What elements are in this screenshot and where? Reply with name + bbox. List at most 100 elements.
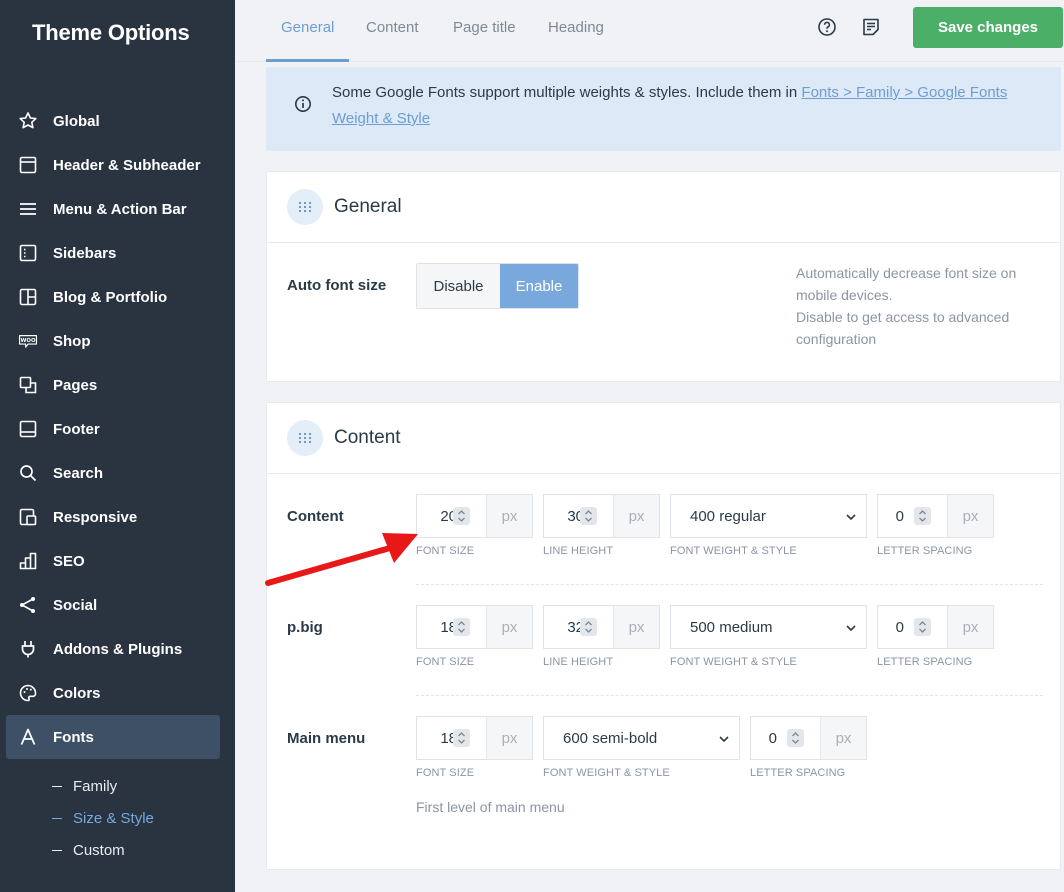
stepper-icon[interactable] [914, 618, 931, 636]
line-height-caption: LINE HEIGHT [543, 545, 614, 557]
letter-spacing-input[interactable] [878, 606, 904, 648]
sidebar-item-menu[interactable]: Menu & Action Bar [6, 187, 220, 231]
enable-button[interactable]: Enable [500, 264, 578, 308]
sidebar-item-pages[interactable]: Pages [6, 363, 220, 407]
main-menu-note: First level of main menu [416, 799, 565, 815]
sidebar-item-global[interactable]: Global [6, 99, 220, 143]
sidebar-item-colors[interactable]: Colors [6, 671, 220, 715]
unit-label: px [613, 606, 659, 648]
tab-heading[interactable]: Heading [548, 0, 604, 62]
content-line-height-field: px [543, 494, 660, 538]
sidebar-item-label: SEO [53, 552, 85, 570]
section-title: General [334, 196, 402, 217]
sidebar-item-label: Global [53, 112, 100, 130]
sidebar-item-label: Shop [53, 332, 91, 350]
main-menu-letter-spacing-field: px [750, 716, 867, 760]
stepper-icon[interactable] [787, 729, 804, 747]
palette-icon [18, 683, 38, 703]
unit-label: px [947, 495, 993, 537]
stepper-icon[interactable] [580, 507, 597, 525]
drag-handle-icon[interactable] [287, 420, 323, 456]
sidebar-item-seo[interactable]: SEO [6, 539, 220, 583]
tab-page-title[interactable]: Page title [453, 0, 516, 62]
tab-general[interactable]: General [265, 0, 350, 62]
sidebar-title: Theme Options [32, 20, 190, 45]
pbig-font-weight-select[interactable]: 500 medium [670, 605, 867, 649]
content-font-weight-select[interactable]: 400 regular [670, 494, 867, 538]
auto-font-size-description: Automatically decrease font size on mobi… [796, 262, 1046, 350]
description-line: Automatically decrease font size on mobi… [796, 265, 1017, 303]
main-menu-font-size-field: px [416, 716, 533, 760]
sidebar-item-responsive[interactable]: Responsive [6, 495, 220, 539]
stepper-icon[interactable] [914, 507, 931, 525]
tab-content[interactable]: Content [366, 0, 419, 62]
submenu-item-custom[interactable]: Custom [52, 834, 154, 866]
sidebar-item-footer[interactable]: Footer [6, 407, 220, 451]
font-size-caption: FONT SIZE [416, 656, 475, 668]
letter-spacing-caption: LETTER SPACING [750, 767, 846, 779]
menu-icon [18, 199, 38, 219]
stepper-icon[interactable] [453, 729, 470, 747]
dash-marker [52, 817, 62, 819]
sidebar-item-label: Search [53, 464, 104, 482]
stepper-icon[interactable] [580, 618, 597, 636]
unit-label: px [486, 606, 532, 648]
pages-icon [18, 375, 38, 395]
search-icon [18, 463, 38, 483]
save-changes-button[interactable]: Save changes [913, 7, 1063, 48]
sidebar-item-label: Social [53, 596, 98, 614]
sidebar-item-social[interactable]: Social [6, 583, 220, 627]
stepper-icon[interactable] [453, 618, 470, 636]
sidebar-item-fonts[interactable]: Fonts [6, 715, 220, 759]
chevron-down-icon [717, 732, 731, 750]
submenu-item-family[interactable]: Family [52, 770, 154, 802]
footer-icon [18, 419, 38, 439]
sidebar-item-label: Header & Subheader [53, 156, 201, 174]
sidebar-item-search[interactable]: Search [6, 451, 220, 495]
submenu-item-size-style[interactable]: Size & Style [52, 802, 154, 834]
line-height-input[interactable] [544, 495, 584, 537]
font-size-input[interactable] [417, 606, 457, 648]
sidebar-item-header[interactable]: Header & Subheader [6, 143, 220, 187]
sidebar-item-label: Menu & Action Bar [53, 200, 187, 218]
sidebar-item-label: Colors [53, 684, 101, 702]
sidebar-item-blog[interactable]: Blog & Portfolio [6, 275, 220, 319]
section-header: General [267, 172, 1060, 243]
sidebar-item-addons[interactable]: Addons & Plugins [6, 627, 220, 671]
description-line: Disable to get access to advanced config… [796, 309, 1010, 347]
disable-button[interactable]: Disable [417, 264, 500, 308]
content-section: Content Content px FONT SIZE px LINE HEI… [266, 402, 1061, 870]
sidebar-nav: Global Header & Subheader Menu & Action … [6, 99, 220, 759]
select-value: 400 regular [690, 507, 766, 525]
plug-icon [18, 639, 38, 659]
row-divider [416, 695, 1043, 696]
drag-handle-icon[interactable] [287, 189, 323, 225]
sidebar-item-shop[interactable]: WOO Shop [6, 319, 220, 363]
info-message: Some Google Fonts support multiple weigh… [332, 84, 798, 101]
font-weight-caption: FONT WEIGHT & STYLE [670, 656, 797, 668]
sidebar-item-label: Pages [53, 376, 98, 394]
submenu-label: Custom [73, 841, 125, 859]
dash-marker [52, 785, 62, 787]
main-menu-font-weight-select[interactable]: 600 semi-bold [543, 716, 740, 760]
font-size-input[interactable] [417, 717, 457, 759]
sidebar-item-label: Sidebars [53, 244, 117, 262]
stepper-icon[interactable] [453, 507, 470, 525]
pbig-line-height-field: px [543, 605, 660, 649]
notes-icon[interactable] [860, 16, 882, 38]
row-divider [416, 584, 1043, 585]
help-icon[interactable] [816, 16, 838, 38]
letter-spacing-input[interactable] [751, 717, 777, 759]
submenu-label: Family [73, 777, 118, 795]
seo-icon [18, 551, 38, 571]
font-weight-caption: FONT WEIGHT & STYLE [543, 767, 670, 779]
responsive-icon [18, 507, 38, 527]
line-height-input[interactable] [544, 606, 584, 648]
unit-label: px [613, 495, 659, 537]
font-size-input[interactable] [417, 495, 457, 537]
sidebar-item-sidebars[interactable]: Sidebars [6, 231, 220, 275]
letter-spacing-input[interactable] [878, 495, 904, 537]
info-notice: Some Google Fonts support multiple weigh… [266, 67, 1061, 151]
submenu-label: Size & Style [73, 809, 154, 827]
select-value: 600 semi-bold [563, 729, 658, 747]
